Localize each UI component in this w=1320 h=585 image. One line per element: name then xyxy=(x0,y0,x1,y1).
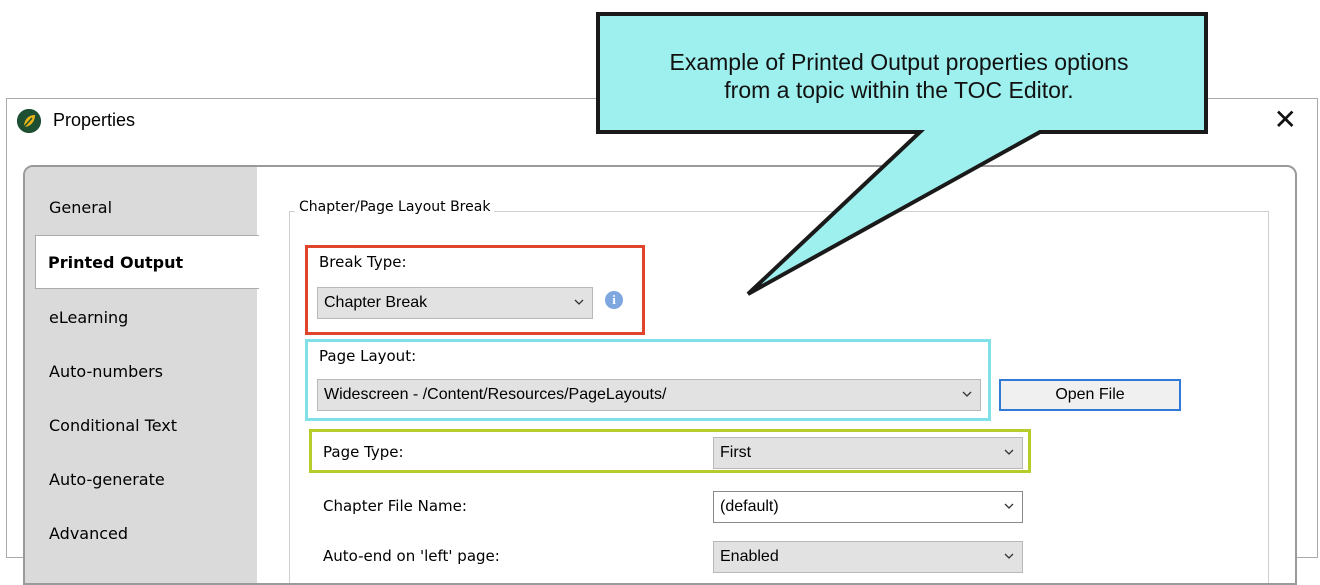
tab-elearning[interactable]: eLearning xyxy=(37,291,257,345)
group-title: Chapter/Page Layout Break xyxy=(295,199,495,215)
page-type-select[interactable]: First xyxy=(713,437,1023,469)
chapter-file-name-value: (default) xyxy=(720,498,779,515)
sidebar: General Printed Output eLearning Auto-nu… xyxy=(25,167,259,583)
tab-auto-generate[interactable]: Auto-generate xyxy=(37,453,257,507)
chevron-down-icon xyxy=(574,299,584,305)
title-bar: Properties ✕ xyxy=(7,99,1317,143)
tab-auto-numbers[interactable]: Auto-numbers xyxy=(37,345,257,399)
window-title: Properties xyxy=(53,110,136,130)
page-type-label: Page Type: xyxy=(323,443,404,461)
tab-advanced[interactable]: Advanced xyxy=(37,507,257,561)
properties-panel: General Printed Output eLearning Auto-nu… xyxy=(23,165,1297,585)
break-type-value: Chapter Break xyxy=(324,294,428,311)
chevron-down-icon xyxy=(1004,449,1014,455)
break-type-select[interactable]: Chapter Break xyxy=(317,287,593,319)
open-file-button[interactable]: Open File xyxy=(999,379,1181,411)
close-icon[interactable]: ✕ xyxy=(1274,103,1297,136)
page-type-value: First xyxy=(720,444,752,461)
properties-dialog: Properties ✕ General Printed Output eLea… xyxy=(6,98,1318,585)
tab-label: Auto-generate xyxy=(49,470,165,489)
auto-end-select[interactable]: Enabled xyxy=(713,541,1023,573)
tab-general[interactable]: General xyxy=(37,181,257,235)
callout-text: Example of Printed Output properties opt… xyxy=(598,48,1200,104)
tab-label: Advanced xyxy=(49,524,129,543)
tab-label: eLearning xyxy=(49,308,129,327)
page-layout-select[interactable]: Widescreen - /Content/Resources/PageLayo… xyxy=(317,379,981,411)
auto-end-label: Auto-end on 'left' page: xyxy=(323,547,500,565)
page-layout-value: Widescreen - /Content/Resources/PageLayo… xyxy=(324,386,667,403)
auto-end-value: Enabled xyxy=(720,548,779,565)
break-type-label: Break Type: xyxy=(319,253,407,271)
tab-printed-output[interactable]: Printed Output xyxy=(35,235,259,289)
app-logo-icon xyxy=(17,109,41,133)
tab-label: Printed Output xyxy=(48,253,184,272)
callout-line-2: from a topic within the TOC Editor. xyxy=(724,77,1074,103)
callout-line-1: Example of Printed Output properties opt… xyxy=(669,49,1129,75)
printed-output-content: Chapter/Page Layout Break Break Type: Ch… xyxy=(257,167,1295,583)
tab-conditional-text[interactable]: Conditional Text xyxy=(37,399,257,453)
chapter-file-name-select[interactable]: (default) xyxy=(713,491,1023,523)
chevron-down-icon xyxy=(1004,503,1014,509)
chapter-file-name-label: Chapter File Name: xyxy=(323,497,467,515)
tab-label: Auto-numbers xyxy=(49,362,163,381)
chevron-down-icon xyxy=(1004,553,1014,559)
tab-label: Conditional Text xyxy=(49,416,178,435)
page-layout-label: Page Layout: xyxy=(319,347,417,365)
chevron-down-icon xyxy=(962,391,972,397)
info-icon[interactable]: i xyxy=(605,291,623,309)
tab-label: General xyxy=(49,198,113,217)
